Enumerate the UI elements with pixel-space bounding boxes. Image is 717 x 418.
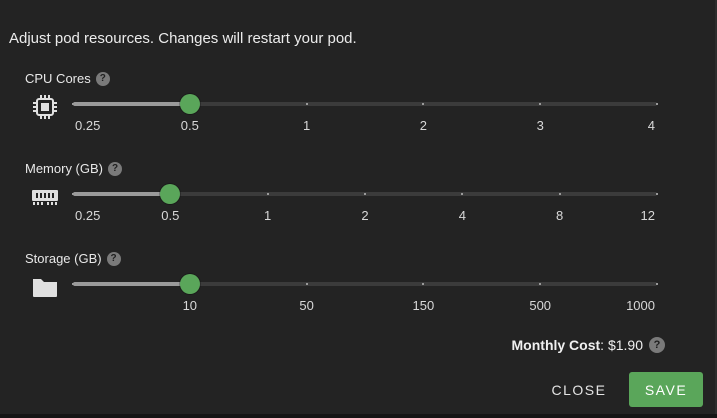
folder-icon (33, 279, 57, 297)
memory-label: Memory (GB) (25, 161, 103, 176)
memory-slider-mark[interactable]: 4 (459, 208, 466, 223)
cpu-slider-mark[interactable]: 3 (537, 118, 544, 133)
storage-slider[interactable] (72, 274, 658, 294)
storage-slider-tick (656, 283, 658, 285)
memory-ram-icon (32, 190, 58, 205)
cpu-slider-tick (305, 103, 308, 105)
dialog-bottom-edge (0, 414, 717, 418)
resource-dialog: Adjust pod resources. Changes will resta… (0, 0, 717, 418)
cpu-slider-tick (539, 103, 542, 105)
cpu-chip-icon (33, 95, 57, 119)
storage-slider-mark[interactable]: 150 (413, 298, 435, 313)
cpu-slider-tick (422, 103, 425, 105)
memory-slider-mark[interactable]: 1 (264, 208, 271, 223)
memory-slider-mark[interactable]: 0.5 (161, 208, 179, 223)
storage-slider-tick (72, 283, 74, 285)
monthly-cost-value: $1.90 (607, 337, 643, 353)
memory-slider-mark[interactable]: 12 (641, 208, 655, 223)
memory-slider-tick (656, 193, 658, 195)
memory-slider-tick (558, 193, 561, 195)
cpu-slider-fill (73, 102, 190, 106)
cpu-slider-mark[interactable]: 0.25 (75, 118, 100, 133)
close-button[interactable]: CLOSE (545, 374, 613, 406)
cost-help-icon[interactable]: ? (649, 337, 665, 353)
storage-slider-mark[interactable]: 500 (529, 298, 551, 313)
cpu-label: CPU Cores (25, 71, 91, 86)
storage-slider-mark[interactable]: 10 (183, 298, 197, 313)
monthly-cost: Monthly Cost: $1.90 ? (512, 337, 665, 353)
monthly-cost-separator: : (600, 337, 608, 353)
memory-slider-tick (266, 193, 269, 195)
cpu-slider-tick (72, 103, 74, 105)
cpu-help-icon[interactable]: ? (95, 71, 110, 86)
cpu-slider-tick (656, 103, 658, 105)
cpu-slider-thumb[interactable] (179, 94, 200, 114)
storage-slider-fill (73, 282, 190, 286)
storage-label: Storage (GB) (25, 251, 102, 266)
memory-slider-fill (73, 192, 171, 196)
monthly-cost-label: Monthly Cost (511, 337, 601, 353)
memory-help-icon[interactable]: ? (108, 161, 122, 176)
memory-slider-tick (72, 193, 74, 195)
storage-slider-mark[interactable]: 1000 (626, 298, 655, 313)
storage-slider-thumb[interactable] (179, 274, 200, 294)
cpu-slider-mark[interactable]: 0.5 (181, 118, 199, 133)
memory-slider-tick (364, 193, 366, 195)
cpu-slider-mark[interactable]: 2 (420, 118, 427, 133)
storage-help-icon[interactable]: ? (106, 251, 121, 266)
save-button[interactable]: SAVE (629, 372, 703, 407)
memory-slider-mark[interactable]: 0.25 (75, 208, 100, 223)
memory-label-row: Memory (GB) ? (25, 161, 122, 176)
cpu-slider[interactable] (72, 94, 658, 114)
storage-slider-tick (422, 283, 425, 285)
memory-slider-tick (461, 193, 464, 195)
memory-slider[interactable] (72, 184, 658, 204)
storage-slider-tick (539, 283, 542, 285)
memory-slider-mark[interactable]: 2 (361, 208, 368, 223)
storage-label-row: Storage (GB) ? (25, 251, 121, 266)
cpu-slider-mark[interactable]: 1 (303, 118, 310, 133)
cpu-slider-mark[interactable]: 4 (648, 118, 655, 133)
storage-slider-tick (305, 283, 308, 285)
intro-text: Adjust pod resources. Changes will resta… (9, 30, 357, 47)
cpu-label-row: CPU Cores ? (25, 71, 110, 86)
memory-slider-thumb[interactable] (160, 184, 181, 204)
memory-slider-mark[interactable]: 8 (556, 208, 563, 223)
storage-slider-mark[interactable]: 50 (299, 298, 313, 313)
